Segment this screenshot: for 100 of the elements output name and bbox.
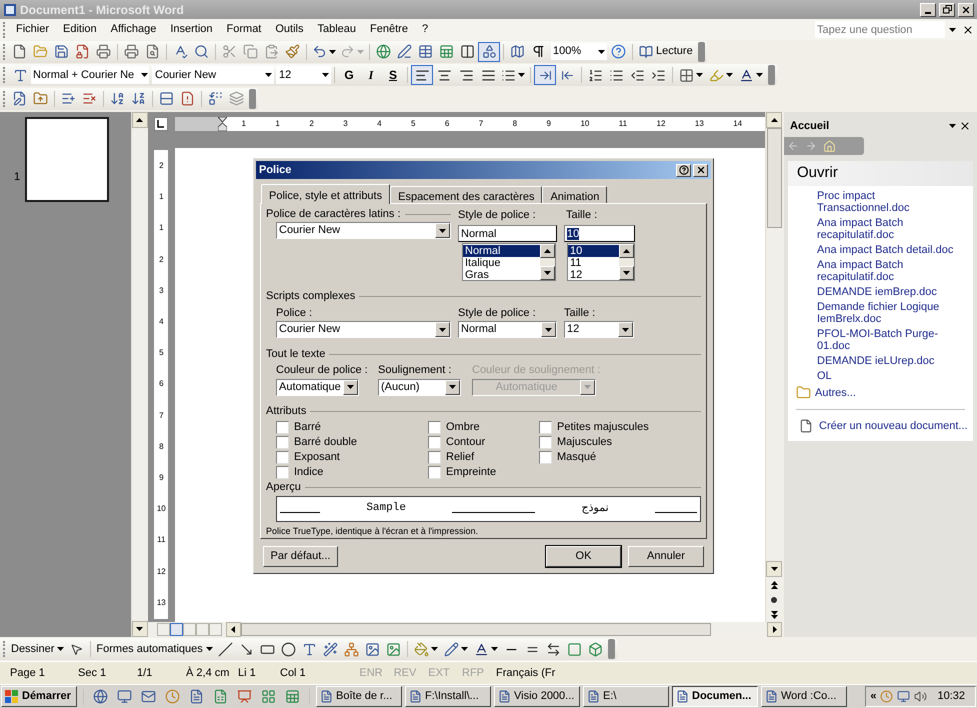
dropdown-arrow-icon[interactable] <box>439 228 446 232</box>
align-right-icon[interactable] <box>458 68 474 82</box>
toolbar-grip[interactable] <box>3 641 6 657</box>
3d-icon[interactable] <box>588 642 603 656</box>
styles-icon[interactable] <box>12 68 28 82</box>
font-dropdown[interactable]: Courier New <box>152 66 274 84</box>
tab-selector[interactable] <box>154 117 168 131</box>
document-icon[interactable] <box>587 690 600 703</box>
list-option[interactable]: 11 <box>568 256 619 268</box>
rows-icon[interactable] <box>159 91 174 106</box>
list-option[interactable]: Italique <box>463 256 540 268</box>
menu-item[interactable]: Edition <box>56 21 104 38</box>
close-icon[interactable] <box>696 165 706 175</box>
recent-file-link[interactable]: Demande fichier Logique IemBrelx.doc <box>817 300 967 324</box>
checkbox[interactable] <box>276 420 289 434</box>
table-icon[interactable] <box>418 44 433 59</box>
image-icon[interactable] <box>364 642 380 656</box>
font-dropdown[interactable]: Courier New <box>276 222 451 239</box>
layers-icon[interactable] <box>229 91 244 106</box>
toolbar-options-button[interactable] <box>249 88 256 108</box>
sort-descending-icon[interactable] <box>131 91 146 106</box>
toolbar-options-button[interactable] <box>698 42 705 62</box>
list-option[interactable]: 10 <box>568 244 619 256</box>
menu-item[interactable]: Format <box>220 21 268 38</box>
recent-file-link[interactable]: PFOL-MOI-Batch Purge-01.doc <box>817 328 967 352</box>
undo-icon[interactable] <box>312 44 327 59</box>
note-edit-icon[interactable] <box>12 91 27 106</box>
scroll-up-icon[interactable] <box>770 118 778 122</box>
document-icon[interactable] <box>189 689 204 704</box>
spellcheck-icon[interactable] <box>173 44 188 59</box>
help-search-field[interactable]: Tapez une question <box>815 21 945 38</box>
alignment-button[interactable] <box>411 65 433 85</box>
dropdown-arrow-icon[interactable] <box>322 73 328 77</box>
recent-file-link[interactable]: DEMANDE ieLUrep.doc <box>817 354 967 366</box>
copy-icon[interactable] <box>243 44 258 59</box>
toolbar-grip[interactable] <box>3 90 6 106</box>
default-button[interactable]: Par défaut... <box>263 546 338 567</box>
paste-icon[interactable] <box>264 44 279 59</box>
document-icon[interactable] <box>765 690 778 703</box>
dialog-tab[interactable]: Espacement des caractères <box>390 186 542 204</box>
search-icon[interactable] <box>194 44 209 59</box>
reading-button[interactable]: Lecture <box>636 42 696 62</box>
document-icon[interactable] <box>409 690 422 703</box>
folder-icon[interactable] <box>796 385 811 400</box>
style-dropdown[interactable]: Normal + Courier Ne <box>31 66 149 84</box>
align-left-icon[interactable] <box>414 68 430 82</box>
toolbar-grip[interactable] <box>3 67 6 83</box>
align-center-icon[interactable] <box>436 68 452 82</box>
color-dropdown[interactable]: Automatique <box>276 378 359 396</box>
italic-button[interactable]: I <box>360 66 382 84</box>
toolbar-grip[interactable] <box>3 22 6 38</box>
sheet-icon[interactable] <box>285 689 300 704</box>
close-button[interactable] <box>958 2 974 16</box>
list-box[interactable]: 10 11 12 <box>567 242 635 280</box>
close-button[interactable] <box>693 164 708 176</box>
scroll-up-icon[interactable] <box>623 248 630 252</box>
dropdown-arrow-icon[interactable] <box>622 328 629 332</box>
recent-file-link[interactable]: Ana impact Batch recapitulatif.doc <box>817 216 967 240</box>
bullet-list-icon[interactable] <box>609 68 624 82</box>
dropdown-arrow-icon[interactable] <box>756 73 763 77</box>
text-box-icon[interactable] <box>302 642 317 656</box>
columns-icon[interactable] <box>460 44 475 59</box>
monitor-icon[interactable] <box>117 689 132 704</box>
underline-button[interactable]: S <box>382 66 404 84</box>
shapes-icon[interactable] <box>482 44 496 59</box>
scroll-right-icon[interactable] <box>772 626 776 633</box>
dropdown-arrow-icon[interactable] <box>140 73 148 77</box>
left-to-right-icon[interactable] <box>538 68 552 82</box>
dropdown-arrow-icon[interactable] <box>347 385 354 389</box>
printer-icon[interactable] <box>124 44 139 59</box>
file-warning-icon[interactable] <box>180 91 195 106</box>
dropdown-arrow-icon[interactable] <box>696 73 703 77</box>
size-dropdown[interactable]: 12 <box>564 321 634 338</box>
dropdown-arrow-icon[interactable] <box>726 73 733 77</box>
image-icon[interactable] <box>386 642 401 656</box>
autoshapes-menu-button[interactable]: Formes automatiques <box>94 640 215 658</box>
checkbox[interactable] <box>428 450 441 464</box>
checkbox[interactable] <box>428 420 441 434</box>
draw-menu-button[interactable]: Dessiner <box>9 640 66 658</box>
list-option[interactable]: Normal <box>463 244 540 256</box>
replace-icon[interactable] <box>208 91 223 106</box>
cancel-button[interactable]: Annuler <box>628 546 704 567</box>
taskbar-button[interactable]: F:\Install\... <box>405 686 491 707</box>
next-page-icon[interactable] <box>770 610 778 618</box>
document-icon[interactable] <box>799 419 813 434</box>
tab-stop-icon[interactable] <box>157 120 166 128</box>
borders-icon[interactable] <box>679 68 694 82</box>
checkbox[interactable] <box>539 420 552 434</box>
checkbox[interactable] <box>276 466 289 478</box>
mail-icon[interactable] <box>141 689 156 704</box>
scroll-down-icon[interactable] <box>136 627 144 631</box>
scroll-down-icon[interactable] <box>770 567 778 571</box>
right-to-left-icon[interactable] <box>560 68 574 82</box>
pilcrow-icon[interactable] <box>531 44 546 59</box>
scroll-thumb[interactable] <box>766 128 782 228</box>
grid-icon[interactable] <box>261 689 276 704</box>
font-dropdown[interactable]: Courier New <box>276 321 451 338</box>
recent-file-link[interactable]: Proc impact Transactionnel.doc <box>817 190 967 214</box>
list-option[interactable]: 12 <box>568 268 619 280</box>
menu-item[interactable]: Outils <box>268 21 310 38</box>
